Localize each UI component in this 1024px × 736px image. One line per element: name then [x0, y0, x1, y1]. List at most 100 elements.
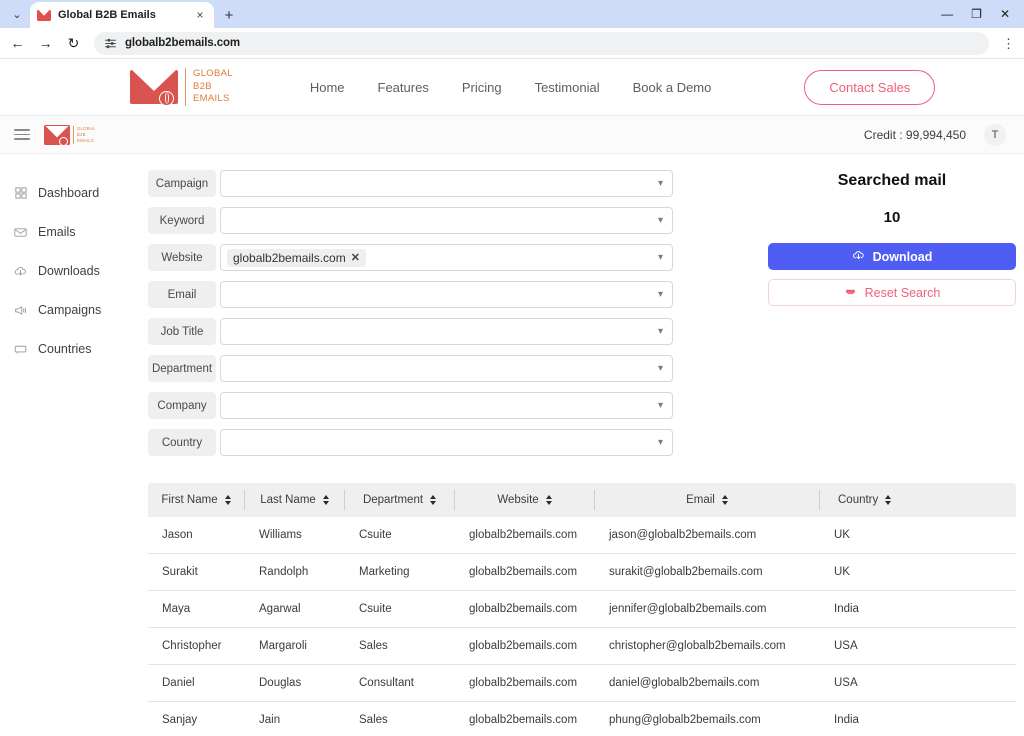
cell-department: Csuite [359, 603, 392, 615]
nav-item-home[interactable]: Home [310, 80, 345, 95]
credit-balance: Credit : 99,994,450 [863, 127, 966, 142]
table-row[interactable]: Maya Agarwal Csuite globalb2bemails.com … [148, 591, 1016, 628]
cell-first-name: Sanjay [162, 714, 198, 726]
nav-item-pricing[interactable]: Pricing [462, 80, 502, 95]
sidebar-item-dashboard[interactable]: Dashboard [0, 178, 130, 208]
cloud-download-icon [14, 265, 27, 278]
chevron-down-icon: ▾ [657, 251, 663, 263]
maximize-icon[interactable]: ❐ [971, 8, 982, 20]
cell-email: phung@globalb2bemails.com [609, 714, 761, 726]
sidebar: Dashboard Emails Downloads Campaigns Cou… [0, 154, 130, 722]
hamburger-icon[interactable] [14, 129, 30, 140]
sidebar-item-campaigns[interactable]: Campaigns [0, 295, 130, 325]
tune-sliders-icon[interactable] [104, 37, 117, 50]
campaign-select[interactable]: ▾ [220, 170, 673, 197]
close-icon[interactable]: × [193, 9, 207, 21]
browser-menu-icon[interactable]: ⋮ [1002, 37, 1015, 50]
cell-country: USA [834, 640, 858, 652]
logo-line-2: B2B [193, 80, 212, 92]
cell-department: Marketing [359, 566, 410, 578]
chip-remove-icon[interactable]: ✕ [351, 251, 360, 264]
sort-icon[interactable] [721, 495, 728, 505]
department-select[interactable]: ▾ [220, 355, 673, 382]
cell-first-name: Christopher [162, 640, 222, 652]
cell-last-name: Margaroli [259, 640, 307, 652]
app-logo-line-1: GLOBAL [77, 125, 96, 131]
filter-row-department: Department ▾ [148, 355, 673, 382]
download-button-label: Download [872, 249, 933, 264]
envelope-icon [37, 9, 51, 21]
table-row[interactable]: Christopher Margaroli Sales globalb2bema… [148, 628, 1016, 665]
close-window-icon[interactable]: ✕ [1000, 8, 1010, 20]
site-header: GLOBAL B2B EMAILS Home Features Pricing … [0, 59, 1024, 116]
reset-search-button[interactable]: Reset Search [768, 279, 1016, 306]
site-logo[interactable]: GLOBAL B2B EMAILS [130, 68, 233, 106]
minimize-icon[interactable]: — [941, 8, 953, 20]
address-bar[interactable]: globalb2bemails.com [94, 31, 989, 55]
cell-department: Sales [359, 714, 388, 726]
cell-country: UK [834, 566, 850, 578]
sort-icon[interactable] [322, 495, 329, 505]
browser-tab[interactable]: Global B2B Emails × [30, 2, 214, 28]
country-select[interactable]: ▾ [220, 429, 673, 456]
filter-label: Email [148, 281, 216, 308]
results-count: 10 [883, 209, 901, 226]
sort-icon[interactable] [885, 495, 892, 505]
sort-icon[interactable] [545, 495, 552, 505]
cell-website: globalb2bemails.com [469, 566, 578, 578]
cell-country: India [834, 603, 859, 615]
column-header-label: First Name [161, 494, 218, 506]
flag-icon [14, 343, 27, 356]
download-button[interactable]: Download [768, 243, 1016, 270]
chevron-down-icon: ▾ [657, 214, 663, 226]
avatar[interactable]: T [984, 123, 1006, 146]
sort-icon[interactable] [430, 495, 437, 505]
megaphone-icon [14, 304, 27, 317]
job-title-select[interactable]: ▾ [220, 318, 673, 345]
column-header-label: Country [838, 494, 879, 506]
table-row[interactable]: Jason Williams Csuite globalb2bemails.co… [148, 517, 1016, 554]
cell-country: USA [834, 677, 858, 689]
app-logo[interactable]: GLOBAL B2B EMAILS [44, 124, 96, 146]
column-header-website[interactable]: Website [455, 490, 595, 510]
cell-last-name: Williams [259, 529, 302, 541]
chevron-down-icon: ▾ [657, 362, 663, 374]
nav-item-testimonial[interactable]: Testimonial [535, 80, 600, 95]
tab-search-icon[interactable]: ⌄ [4, 1, 30, 27]
email-select[interactable]: ▾ [220, 281, 673, 308]
sidebar-item-downloads[interactable]: Downloads [0, 256, 130, 286]
reload-icon[interactable]: ↻ [66, 36, 81, 50]
back-icon[interactable]: ← [10, 36, 25, 50]
column-header-first-name[interactable]: First Name [148, 490, 245, 510]
column-header-department[interactable]: Department [345, 490, 455, 510]
nav-item-book-a-demo[interactable]: Book a Demo [633, 80, 712, 95]
chevron-down-icon: ▾ [657, 436, 663, 448]
cloud-download-icon [852, 249, 865, 265]
sort-icon[interactable] [224, 495, 231, 505]
company-select[interactable]: ▾ [220, 392, 673, 419]
keyword-select[interactable]: ▾ [220, 207, 673, 234]
filter-row-company: Company ▾ [148, 392, 673, 419]
website-chip[interactable]: globalb2bemails.com ✕ [227, 248, 366, 267]
browser-toolbar: ← → ↻ globalb2bemails.com ⋮ [0, 28, 1024, 59]
cell-department: Csuite [359, 529, 392, 541]
website-select[interactable]: globalb2bemails.com ✕ ▾ [220, 244, 673, 271]
sidebar-item-countries[interactable]: Countries [0, 334, 130, 364]
column-header-country[interactable]: Country [820, 490, 1016, 510]
cell-last-name: Douglas [259, 677, 302, 689]
table-row[interactable]: Daniel Douglas Consultant globalb2bemail… [148, 665, 1016, 702]
contact-sales-button[interactable]: Contact Sales [804, 69, 936, 105]
forward-icon[interactable]: → [38, 36, 53, 50]
new-tab-button[interactable]: + [216, 2, 242, 28]
sidebar-item-label: Downloads [38, 264, 100, 278]
column-header-email[interactable]: Email [595, 490, 820, 510]
table-row[interactable]: Surakit Randolph Marketing globalb2bemai… [148, 554, 1016, 591]
chevron-down-icon: ▾ [657, 325, 663, 337]
sidebar-item-emails[interactable]: Emails [0, 217, 130, 247]
column-header-label: Department [362, 494, 424, 506]
table-row[interactable]: Sanjay Jain Sales globalb2bemails.com ph… [148, 702, 1016, 736]
cell-email: jason@globalb2bemails.com [609, 529, 757, 541]
column-header-last-name[interactable]: Last Name [245, 490, 345, 510]
nav-item-features[interactable]: Features [378, 80, 429, 95]
cell-last-name: Agarwal [259, 603, 301, 615]
